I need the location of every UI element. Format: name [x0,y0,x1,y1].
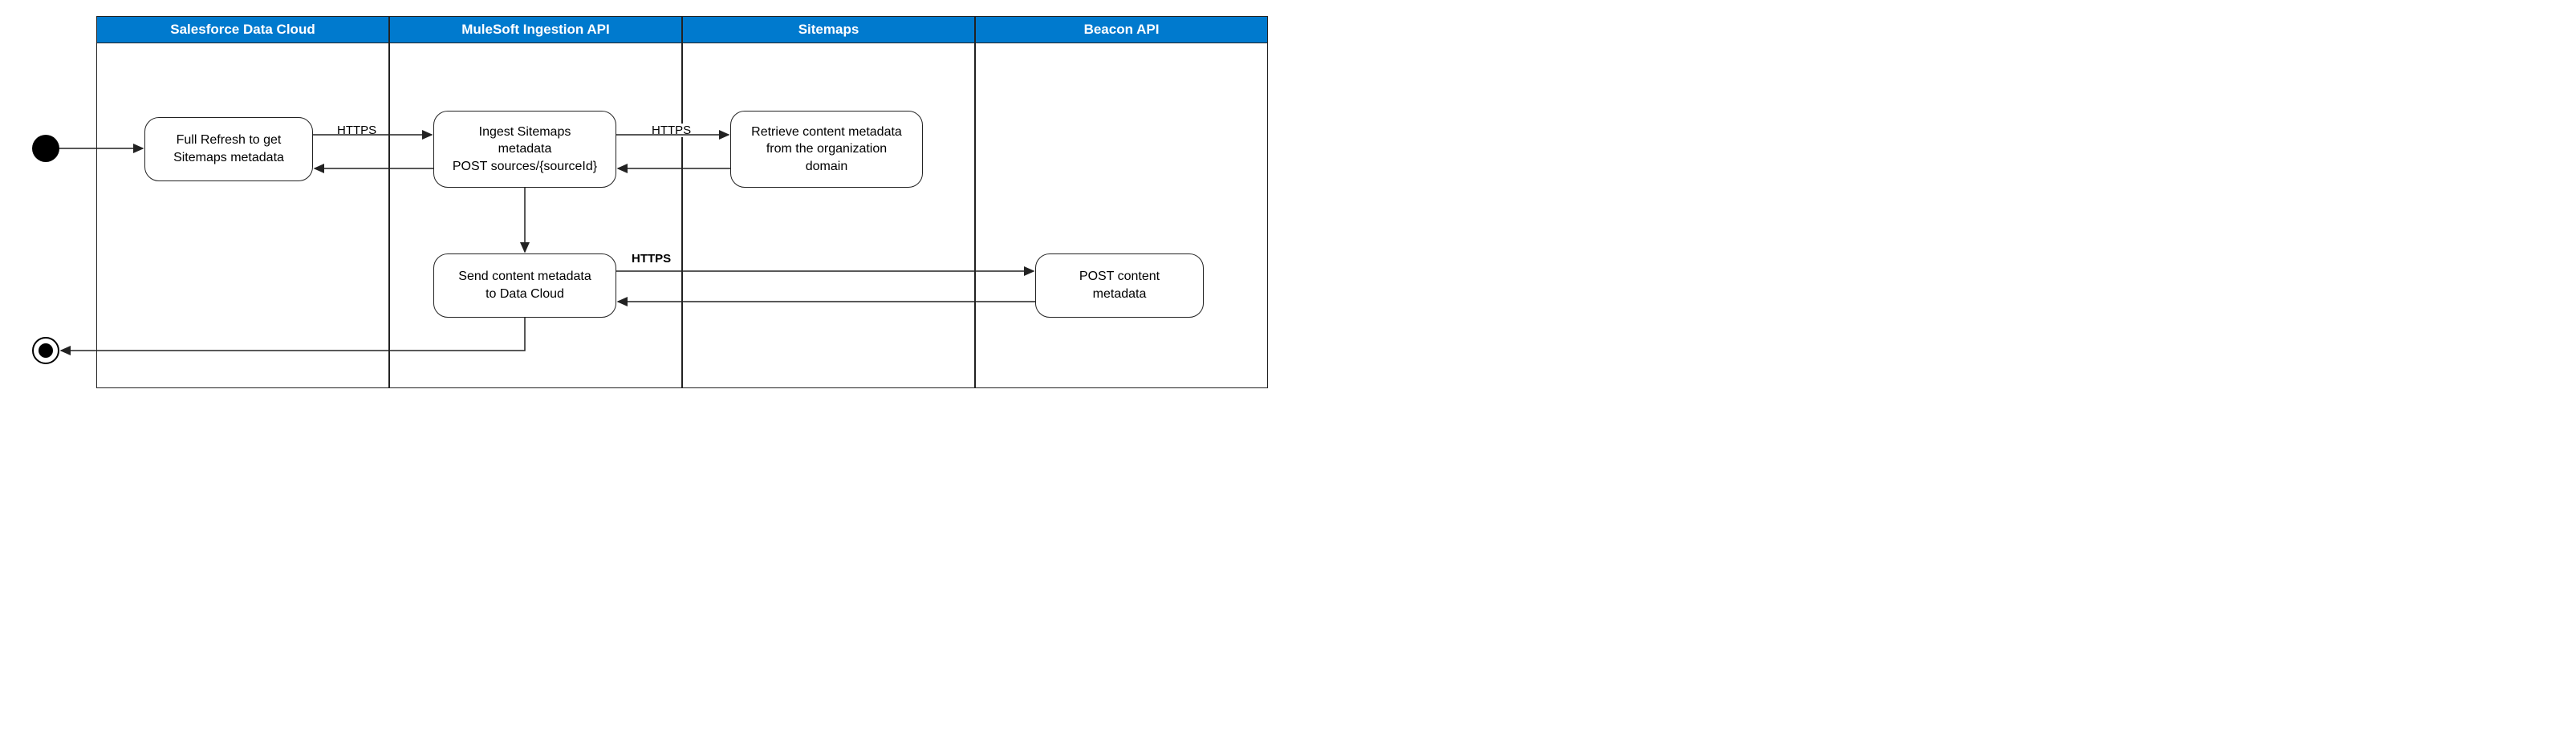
lane-header-beacon: Beacon API [975,16,1268,43]
node-retrieve-content: Retrieve content metadata from the organ… [730,111,923,188]
node-text: Full Refresh to get [177,132,282,149]
lane-header-sitemaps: Sitemaps [682,16,975,43]
edge-label-https-2: HTTPS [650,124,693,137]
node-post-content: POST content metadata [1035,253,1204,318]
end-node [32,337,59,364]
node-text: POST sources/{sourceId} [453,158,597,176]
node-text: to Data Cloud [486,286,564,303]
node-send-content: Send content metadata to Data Cloud [433,253,616,318]
node-text: domain [806,158,847,176]
lane-body-sitemaps [682,43,975,388]
node-text: POST content [1079,268,1160,286]
node-text: Ingest Sitemaps [479,124,571,141]
edge-label-https-3: HTTPS [630,252,672,266]
lane-body-beacon [975,43,1268,388]
lane-body-mulesoft [389,43,682,388]
node-text: metadata [1093,286,1147,303]
node-text: from the organization [766,140,887,158]
node-text: Sitemaps metadata [173,149,284,167]
node-text: metadata [498,140,552,158]
lane-header-salesforce: Salesforce Data Cloud [96,16,389,43]
lane-header-mulesoft: MuleSoft Ingestion API [389,16,682,43]
node-full-refresh: Full Refresh to get Sitemaps metadata [144,117,313,181]
node-text: Retrieve content metadata [751,124,902,141]
edge-label-https-1: HTTPS [335,124,378,137]
lane-body-salesforce [96,43,389,388]
start-node [32,135,59,162]
swimlane-diagram: Salesforce Data Cloud MuleSoft Ingestion… [16,16,1268,393]
node-ingest-sitemaps: Ingest Sitemaps metadata POST sources/{s… [433,111,616,188]
node-text: Send content metadata [458,268,591,286]
